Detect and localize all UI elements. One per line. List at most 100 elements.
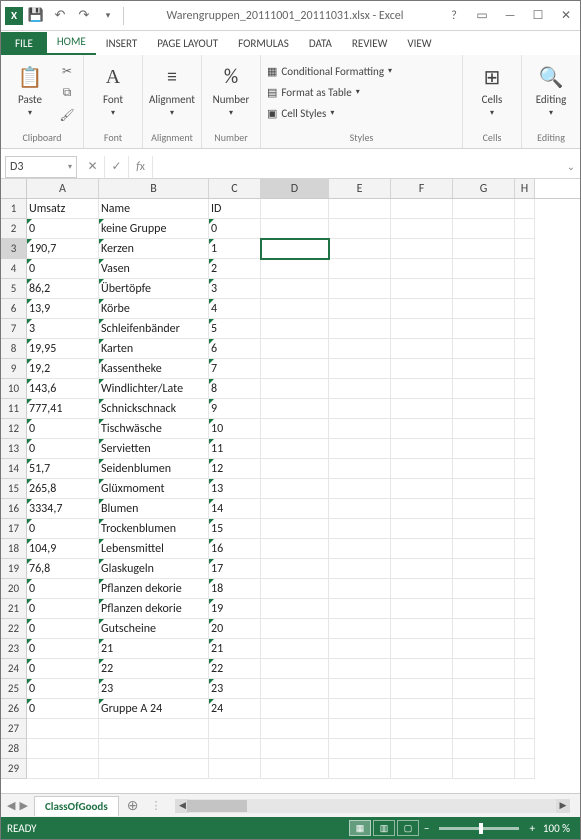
cell-E26[interactable] (329, 699, 391, 719)
cell-G19[interactable] (453, 559, 515, 579)
row-header[interactable]: 28 (1, 739, 27, 759)
cell-H6[interactable] (515, 299, 535, 319)
cell-C2[interactable]: 0 (209, 219, 261, 239)
qat-customize-icon[interactable]: ▾ (97, 5, 119, 27)
cell-F13[interactable] (391, 439, 453, 459)
col-header-H[interactable]: H (515, 179, 535, 198)
cell-C10[interactable]: 8 (209, 379, 261, 399)
close-icon[interactable]: ✕ (552, 5, 580, 27)
cell-F23[interactable] (391, 639, 453, 659)
cell-E5[interactable] (329, 279, 391, 299)
cell-E19[interactable] (329, 559, 391, 579)
cell-H13[interactable] (515, 439, 535, 459)
cell-E18[interactable] (329, 539, 391, 559)
cell-G10[interactable] (453, 379, 515, 399)
cell-F11[interactable] (391, 399, 453, 419)
cell-A13[interactable]: 0 (27, 439, 99, 459)
cell-B21[interactable]: Pflanzen dekorie (99, 599, 209, 619)
row-header[interactable]: 3 (1, 239, 27, 259)
cells-button[interactable]: ⊞Cells▾ (469, 61, 515, 118)
cell-B6[interactable]: Körbe (99, 299, 209, 319)
cell-A6[interactable]: 13,9 (27, 299, 99, 319)
cell-H18[interactable] (515, 539, 535, 559)
cell-styles-button[interactable]: ▣Cell Styles ▾ (267, 103, 334, 123)
row-header[interactable]: 25 (1, 679, 27, 699)
cell-E1[interactable] (329, 199, 391, 219)
format-as-table-button[interactable]: ▤Format as Table ▾ (267, 82, 360, 102)
paste-button[interactable]: 📋 Paste ▾ (7, 61, 53, 118)
cell-E11[interactable] (329, 399, 391, 419)
cell-G4[interactable] (453, 259, 515, 279)
cell-D23[interactable] (261, 639, 329, 659)
cell-G17[interactable] (453, 519, 515, 539)
row-header[interactable]: 12 (1, 419, 27, 439)
cell-F25[interactable] (391, 679, 453, 699)
cell-B4[interactable]: Vasen (99, 259, 209, 279)
maximize-icon[interactable]: ☐ (524, 5, 552, 27)
cell-E29[interactable] (329, 759, 391, 779)
cell-A19[interactable]: 76,8 (27, 559, 99, 579)
col-header-F[interactable]: F (391, 179, 453, 198)
cell-C25[interactable]: 23 (209, 679, 261, 699)
cell-D21[interactable] (261, 599, 329, 619)
col-header-D[interactable]: D (261, 179, 329, 198)
cell-C22[interactable]: 20 (209, 619, 261, 639)
cell-E17[interactable] (329, 519, 391, 539)
cell-D18[interactable] (261, 539, 329, 559)
cell-E8[interactable] (329, 339, 391, 359)
cell-H19[interactable] (515, 559, 535, 579)
cell-B11[interactable]: Schnickschnack (99, 399, 209, 419)
cell-F1[interactable] (391, 199, 453, 219)
row-header[interactable]: 10 (1, 379, 27, 399)
cell-D7[interactable] (261, 319, 329, 339)
cell-F2[interactable] (391, 219, 453, 239)
cell-D6[interactable] (261, 299, 329, 319)
redo-icon[interactable]: ↷ (73, 5, 95, 27)
cell-A10[interactable]: 143,6 (27, 379, 99, 399)
cell-G18[interactable] (453, 539, 515, 559)
cell-H29[interactable] (515, 759, 535, 779)
cell-G28[interactable] (453, 739, 515, 759)
cell-E3[interactable] (329, 239, 391, 259)
cell-E10[interactable] (329, 379, 391, 399)
cell-D5[interactable] (261, 279, 329, 299)
cell-E24[interactable] (329, 659, 391, 679)
cell-B9[interactable]: Kassentheke (99, 359, 209, 379)
row-header[interactable]: 9 (1, 359, 27, 379)
cell-D1[interactable] (261, 199, 329, 219)
cell-F6[interactable] (391, 299, 453, 319)
undo-icon[interactable]: ↶ (49, 5, 71, 27)
cell-H5[interactable] (515, 279, 535, 299)
sheet-tab-active[interactable]: ClassOfGoods (34, 796, 119, 816)
row-header[interactable]: 18 (1, 539, 27, 559)
cell-H1[interactable] (515, 199, 535, 219)
enter-formula-icon[interactable]: ✓ (105, 156, 129, 178)
cell-D2[interactable] (261, 219, 329, 239)
cell-G29[interactable] (453, 759, 515, 779)
cell-F14[interactable] (391, 459, 453, 479)
row-header[interactable]: 6 (1, 299, 27, 319)
cell-F16[interactable] (391, 499, 453, 519)
cell-C29[interactable] (209, 759, 261, 779)
cell-A23[interactable]: 0 (27, 639, 99, 659)
cell-B27[interactable] (99, 719, 209, 739)
row-header[interactable]: 16 (1, 499, 27, 519)
cell-E4[interactable] (329, 259, 391, 279)
cell-E9[interactable] (329, 359, 391, 379)
cell-E22[interactable] (329, 619, 391, 639)
cell-C28[interactable] (209, 739, 261, 759)
cell-D17[interactable] (261, 519, 329, 539)
cell-A8[interactable]: 19,95 (27, 339, 99, 359)
cell-D10[interactable] (261, 379, 329, 399)
cell-F24[interactable] (391, 659, 453, 679)
cell-H14[interactable] (515, 459, 535, 479)
cell-G13[interactable] (453, 439, 515, 459)
cell-D3[interactable] (261, 239, 329, 259)
cell-E27[interactable] (329, 719, 391, 739)
row-header[interactable]: 4 (1, 259, 27, 279)
row-header[interactable]: 7 (1, 319, 27, 339)
tab-page-layout[interactable]: PAGE LAYOUT (147, 32, 228, 55)
cell-D19[interactable] (261, 559, 329, 579)
cell-F29[interactable] (391, 759, 453, 779)
cell-G21[interactable] (453, 599, 515, 619)
